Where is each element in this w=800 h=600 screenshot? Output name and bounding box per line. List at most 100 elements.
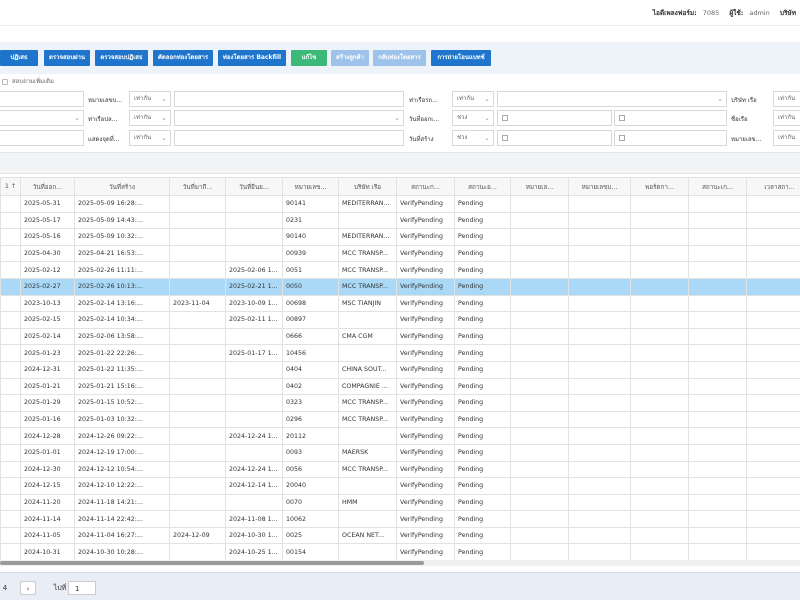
filter-op-vessel[interactable]: เท่ากัน (773, 110, 800, 126)
filter-op-discharge[interactable]: เท่ากัน ⌄ (129, 110, 171, 126)
table-row[interactable]: 2025-04-30 2025-04-21 16:53:... 00939 MCC T… (0, 244, 800, 263)
filter-value-display[interactable] (174, 130, 404, 146)
table-row[interactable]: 2024-12-28 2024-12-26 09:22:... 2024-12-24… (0, 427, 800, 445)
table-cell: CMA CGM (338, 327, 397, 346)
filter-op-created[interactable]: ช่วง ⌄ (452, 130, 494, 146)
table-row[interactable]: 2025-05-16 2025-05-09 10:32:... 90140 MEDIT… (0, 228, 800, 246)
table-row[interactable]: 2025-01-23 2025-01-22 22:26:... 2025-01-17… (0, 344, 800, 362)
goto-page-input[interactable]: 1 (68, 581, 96, 595)
filter-value-port[interactable]: ⌄ (497, 91, 727, 107)
table-cell (169, 543, 226, 562)
filter-op-display[interactable]: เท่ากัน ⌄ (129, 130, 171, 146)
table-row[interactable]: 2024-10-31 2024-10-30 10:28:... 2024-10-25… (0, 543, 800, 562)
verify-pass-button[interactable]: ตรวจสอบผ่าน (44, 50, 90, 66)
filter-op-etd[interactable]: ช่วง ⌄ (452, 110, 494, 126)
column-header[interactable]: หมายเล... (510, 177, 569, 196)
table-cell: 2024-12-31 (20, 360, 75, 379)
column-header[interactable]: วันที่มาถึ... (169, 177, 226, 196)
table-cell: MCC TRANSP... (338, 394, 397, 412)
next-page-button[interactable]: › (20, 581, 36, 595)
return-booking-button[interactable]: กลับท่องโดยสาร (373, 50, 426, 66)
chevron-down-icon: ⌄ (484, 134, 490, 142)
table-cell (688, 211, 747, 230)
filter-etd-to[interactable] (614, 110, 727, 126)
column-header[interactable]: วันที่ยืนย... (225, 177, 283, 196)
column-header[interactable]: สถานะอ... (454, 177, 511, 196)
table-cell (0, 211, 21, 230)
page-4-button[interactable]: 4 (0, 581, 10, 595)
table-cell (510, 277, 569, 296)
table-row[interactable]: 2024-11-05 2024-11-04 16:27:... 2024-12-09… (0, 526, 800, 545)
table-cell: 2025-01-22 11:35:... (74, 360, 170, 379)
filter-etd-from[interactable] (497, 110, 612, 126)
column-header[interactable]: สถานะก... (396, 177, 455, 196)
column-header[interactable]: พอร์ตกา... (630, 177, 689, 196)
batch-transfer-button[interactable]: การถ่ายโอนแบทช์ (431, 50, 491, 66)
table-row[interactable]: 2024-12-30 2024-12-12 10:54:... 2024-12-24… (0, 460, 800, 479)
table-row[interactable]: 2025-02-15 2025-02-14 10:34:... 2025-02-11… (0, 311, 800, 329)
table-cell (688, 427, 747, 445)
column-header[interactable]: วันที่สร้าง (74, 177, 170, 196)
table-cell: 2025-02-15 (20, 311, 75, 329)
filter-op-carrier[interactable]: เท่ากัน (773, 91, 800, 107)
copy-booking-button[interactable]: คัดลอกท่องโดยสาร (153, 50, 213, 66)
filter-created-to[interactable] (614, 130, 727, 146)
table-row[interactable]: 2025-01-29 2025-01-15 10:52:... 0323 MCC TR… (0, 394, 800, 412)
table-cell (688, 244, 747, 263)
filter-op-booking[interactable]: เท่ากัน ⌄ (129, 91, 171, 107)
column-header[interactable]: วันที่ออก... (20, 177, 75, 196)
table-row[interactable]: 2025-02-27 2025-02-26 10:13:... 2025-02-21… (0, 277, 800, 296)
table-cell: VerifyPending (396, 195, 455, 213)
backfill-button[interactable]: ท่องโดยสาร Backfill (218, 50, 286, 66)
table-row[interactable]: 2025-02-12 2025-02-26 11:11:... 2025-02-06… (0, 261, 800, 279)
table-cell (0, 261, 21, 279)
column-header[interactable]: 1 ↑ (0, 177, 21, 196)
column-header[interactable]: เวลาสถา... (746, 177, 800, 196)
table-row[interactable]: 2025-01-16 2025-01-03 10:32:... 0296 MCC TR… (0, 410, 800, 429)
verify-reject-button[interactable]: ตรวจสอบปฏิเสธ (95, 50, 148, 66)
table-cell (630, 410, 689, 429)
column-header[interactable]: หมายเลขบ... (568, 177, 631, 196)
table-cell (0, 510, 21, 528)
table-row[interactable]: 2024-12-31 2025-01-22 11:35:... 0404 CHINA … (0, 360, 800, 379)
create-customer-button[interactable]: สร้างลูกค้า (331, 50, 369, 66)
table-cell: 2024-11-05 (20, 526, 75, 545)
table-cell: 2024-12-09 (169, 526, 226, 545)
table-cell: 2024-12-26 09:22:... (74, 427, 170, 445)
column-header[interactable]: สถานะเก... (688, 177, 747, 196)
filter-value-booking[interactable] (174, 91, 404, 107)
table-cell (0, 360, 21, 379)
table-cell (630, 294, 689, 313)
table-cell: 00897 (282, 311, 339, 329)
table-cell (688, 543, 747, 562)
table-row[interactable]: 2023-10-13 2025-02-14 13:16:... 2023-11-04… (0, 294, 800, 313)
table-row[interactable]: 2025-01-01 2024-12-19 17:00:... 0093 MAERSK… (0, 443, 800, 462)
filter-op-text: เท่ากัน (778, 134, 796, 141)
table-row[interactable]: 2024-11-14 2024-11-14 22:42:... 2024-11-08… (0, 510, 800, 528)
table-cell (338, 510, 397, 528)
table-cell (630, 427, 689, 445)
table-row[interactable]: 2024-12-15 2024-12-10 12:22:... 2024-12-14… (0, 477, 800, 495)
table-cell (630, 526, 689, 545)
filter-op-port[interactable]: เท่ากัน ⌄ (452, 91, 494, 107)
reject-button[interactable]: ปฏิเสธ (0, 50, 38, 66)
column-header[interactable]: หมายเลข... (282, 177, 339, 196)
scrollbar-thumb[interactable] (0, 561, 424, 565)
filter-value-a2[interactable]: ⌄ (0, 110, 84, 126)
edit-button[interactable]: แก้ไข (291, 50, 327, 66)
top-bar: ไอดีเพลงฟอร์ม: 7085 ผู้ใช้: admin บริษัท (0, 0, 800, 26)
filter-created-from[interactable] (497, 130, 612, 146)
table-row[interactable]: 2025-05-17 2025-05-09 14:43:... 0231 Verify… (0, 211, 800, 230)
filter-value-a3[interactable] (0, 130, 84, 146)
table-cell: 2024-11-08 1... (225, 510, 283, 528)
filter-op-number[interactable]: เท่ากัน (773, 130, 800, 146)
more-query-checkbox[interactable]: สอบถามเพิ่มเติม (2, 76, 54, 86)
table-row[interactable]: 2025-05-31 2025-05-09 16:28:... 90141 MEDIT… (0, 195, 800, 213)
filter-value-discharge[interactable]: ⌄ (174, 110, 404, 126)
filter-value-a1[interactable] (0, 91, 84, 107)
horizontal-scrollbar[interactable] (0, 560, 800, 566)
column-header[interactable]: บริษัท เรือ (338, 177, 397, 196)
table-row[interactable]: 2025-02-14 2025-02-06 13:58:... 0666 CMA CG… (0, 327, 800, 346)
table-row[interactable]: 2025-01-21 2025-01-21 15:16:... 0402 COMPAG… (0, 377, 800, 396)
table-row[interactable]: 2024-11-20 2024-11-18 14:21:... 0070 HMM Ver… (0, 493, 800, 512)
